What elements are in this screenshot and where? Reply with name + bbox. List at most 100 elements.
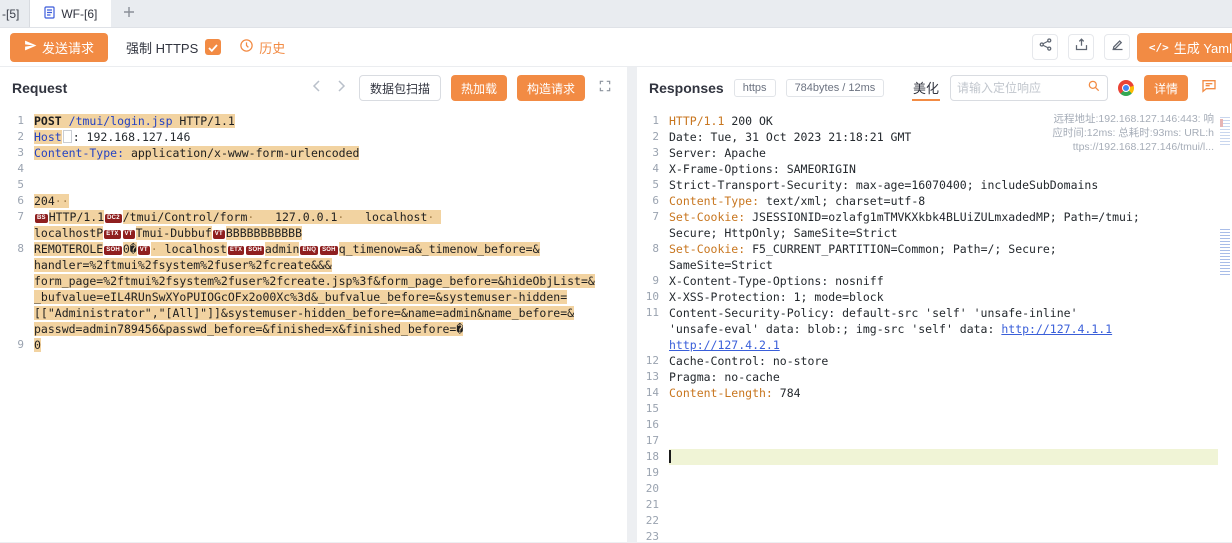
response-line[interactable]: 14Content-Length: 784 [637, 385, 1232, 401]
highlighted-text: REMOTEROLE [34, 242, 103, 256]
request-line[interactable]: 1POST /tmui/login.jsp HTTP/1.1 [0, 113, 627, 129]
line-content [669, 417, 1232, 433]
line-content: Content-Length: 784 [669, 385, 1232, 401]
header-key: HTTP/1.1 [669, 114, 724, 128]
highlighted-text: passwd=admin789456&passwd_before=&finish… [34, 322, 463, 336]
hot-reload-button[interactable]: 热加载 [451, 75, 507, 101]
line-content: 0 [34, 337, 627, 353]
response-line[interactable]: 15 [637, 401, 1232, 417]
code-text: Strict-Transport-Security: max-age=16070… [669, 178, 1098, 192]
request-panel: Request 数据包扫描 热加载 构造请求 [0, 67, 627, 542]
response-line[interactable]: 2Date: Tue, 31 Oct 2023 21:18:21 GMT [637, 129, 1232, 145]
response-line[interactable]: 3Server: Apache [637, 145, 1232, 161]
response-search-input[interactable] [957, 81, 1087, 95]
response-line[interactable]: 5Strict-Transport-Security: max-age=1607… [637, 177, 1232, 193]
line-content: Host: 192.168.127.146 [34, 129, 627, 145]
search-icon[interactable] [1087, 79, 1101, 98]
request-line[interactable]: 4 [0, 161, 627, 177]
line-number: 21 [637, 497, 669, 513]
request-line[interactable]: 2Host: 192.168.127.146 [0, 129, 627, 145]
url-link[interactable]: http://127.4.2.1 [669, 338, 780, 352]
new-tab-button[interactable] [111, 0, 147, 27]
request-line[interactable]: 7BSHTTP/1.1DC2/tmui/Control/form· 127.0.… [0, 209, 627, 241]
response-line[interactable]: 13Pragma: no-cache [637, 369, 1232, 385]
line-content [669, 529, 1232, 542]
response-line[interactable]: 4X-Frame-Options: SAMEORIGIN [637, 161, 1232, 177]
export-button[interactable] [1068, 34, 1094, 60]
code-text: Cache-Control: no-store [669, 354, 828, 368]
whitespace-dots: · [151, 242, 165, 256]
share-icon [1038, 37, 1053, 57]
generate-yaml-button[interactable]: </> 生成 Yaml [1137, 33, 1232, 62]
edit-button[interactable] [1104, 34, 1130, 60]
line-content [34, 177, 627, 193]
response-line[interactable]: 10X-XSS-Protection: 1; mode=block [637, 289, 1232, 305]
open-in-browser-icon[interactable] [1118, 80, 1134, 96]
response-line[interactable]: 18 [637, 449, 1232, 465]
response-line[interactable]: 11Content-Security-Policy: default-src '… [637, 305, 1232, 353]
insertion-box [63, 130, 72, 143]
line-number: 2 [637, 129, 669, 145]
send-request-button[interactable]: 发送请求 [10, 33, 108, 62]
line-content [669, 465, 1232, 481]
history-button[interactable]: 历史 [239, 38, 285, 57]
response-line[interactable]: 19 [637, 465, 1232, 481]
code-text: 200 OK [724, 114, 772, 128]
whitespace-dots: · [337, 210, 365, 224]
beautify-button[interactable]: 美化 [912, 76, 940, 101]
response-line[interactable]: 1HTTP/1.1 200 OK [637, 113, 1232, 129]
force-https-toggle[interactable]: 强制 HTTPS [126, 38, 221, 57]
response-line[interactable]: 16 [637, 417, 1232, 433]
whitespace-dots: · [427, 210, 441, 224]
control-char-etx: ETX [228, 246, 244, 255]
line-number: 18 [637, 449, 669, 465]
highlighted-text: localhost [365, 210, 427, 224]
tab-previous[interactable]: -[5] [0, 0, 30, 27]
highlighted-text: localhost [165, 242, 227, 256]
request-line[interactable]: 3Content-Type: application/x-www-form-ur… [0, 145, 627, 161]
highlighted-text: HTTP/1.1 [173, 114, 235, 128]
webfuzzer-window: -[5] WF-[6] 发送请求 强制 HTTPS [0, 0, 1232, 543]
packet-scan-button[interactable]: 数据包扫描 [359, 75, 441, 101]
code-icon: </> [1149, 41, 1169, 54]
highlighted-text: handler=%2ftmui%2fsystem%2fuser%2fcreate… [34, 258, 332, 272]
send-label: 发送请求 [42, 38, 94, 57]
whitespace-dots: · [247, 210, 275, 224]
highlighted-text: 204 [34, 194, 55, 208]
panel-splitter[interactable] [627, 67, 637, 542]
url-link[interactable]: http://127.4.1.1 [1001, 322, 1112, 336]
request-editor[interactable]: 1POST /tmui/login.jsp HTTP/1.12Host: 192… [0, 109, 627, 542]
request-line[interactable]: 5 [0, 177, 627, 193]
minimap[interactable] [1218, 109, 1232, 542]
comment-button[interactable] [1198, 78, 1220, 99]
tab-active[interactable]: WF-[6] [30, 0, 111, 27]
request-line[interactable]: 90 [0, 337, 627, 353]
response-line[interactable]: 17 [637, 433, 1232, 449]
force-https-checkbox[interactable] [205, 39, 221, 55]
response-line[interactable]: 9X-Content-Type-Options: nosniff [637, 273, 1232, 289]
detail-button[interactable]: 详情 [1144, 75, 1188, 101]
fullscreen-button[interactable] [595, 79, 615, 98]
response-line[interactable]: 7Set-Cookie: JSESSIONID=ozlafg1mTMVKXkbk… [637, 209, 1232, 241]
request-line[interactable]: 6204·· [0, 193, 627, 209]
request-line[interactable]: 8REMOTEROLESOH0�VT· localhostETXSOHadmin… [0, 241, 627, 337]
response-editor[interactable]: 1HTTP/1.1 200 OK2Date: Tue, 31 Oct 2023 … [637, 109, 1232, 542]
send-icon [24, 39, 37, 55]
response-line[interactable]: 22 [637, 513, 1232, 529]
response-line[interactable]: 20 [637, 481, 1232, 497]
control-char-vt: VT [123, 230, 135, 239]
highlighted-text: application/x-www-form-urlencoded [124, 146, 359, 160]
share-button[interactable] [1032, 34, 1058, 60]
next-page-button[interactable] [334, 79, 349, 97]
response-line[interactable]: 23 [637, 529, 1232, 542]
highlighted-text: [["Administrator","[All]"]]&systemuser-h… [34, 306, 574, 320]
response-line[interactable]: 21 [637, 497, 1232, 513]
response-line[interactable]: 6Content-Type: text/xml; charset=utf-8 [637, 193, 1232, 209]
construct-request-button[interactable]: 构造请求 [517, 75, 585, 101]
line-content: Content-Type: text/xml; charset=utf-8 [669, 193, 1232, 209]
line-number: 5 [0, 177, 34, 193]
response-line[interactable]: 12Cache-Control: no-store [637, 353, 1232, 369]
response-line[interactable]: 8Set-Cookie: F5_CURRENT_PARTITION=Common… [637, 241, 1232, 273]
prev-page-button[interactable] [309, 79, 324, 97]
line-number: 16 [637, 417, 669, 433]
